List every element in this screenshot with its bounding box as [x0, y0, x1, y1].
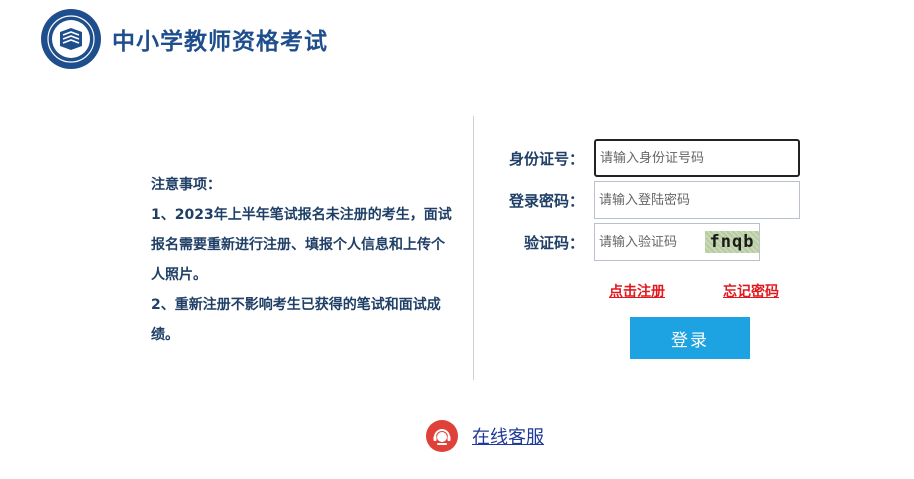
captcha-field: fnqb [594, 223, 760, 261]
support-link[interactable]: 在线客服 [472, 423, 544, 449]
password-input[interactable] [594, 181, 800, 219]
id-number-input[interactable] [594, 139, 800, 177]
captcha-input[interactable] [595, 234, 703, 250]
notice-item-1: 1、2023年上半年笔试报名未注册的考生，面试报名需要重新进行注册、填报个人信息… [151, 207, 452, 283]
online-support[interactable]: 在线客服 [426, 420, 544, 452]
notice-item-2: 2、重新注册不影响考生已获得的笔试和面试成绩。 [151, 297, 441, 343]
site-title: 中小学教师资格考试 [112, 29, 328, 55]
id-label: 身份证号： [508, 149, 584, 168]
password-row: 登录密码： [500, 181, 800, 219]
forgot-password-link[interactable]: 忘记密码 [723, 281, 779, 301]
vertical-divider [473, 116, 474, 380]
notice-heading: 注意事项： [151, 177, 221, 193]
site-header: 中小学教师资格考试 [40, 7, 328, 71]
logo-seal-icon [41, 9, 101, 69]
password-label: 登录密码： [508, 191, 584, 210]
captcha-label: 验证码： [523, 233, 584, 252]
register-link[interactable]: 点击注册 [609, 281, 665, 301]
login-button[interactable]: 登录 [630, 317, 750, 359]
customer-service-icon [426, 420, 458, 452]
id-row: 身份证号： [500, 139, 800, 177]
notice-panel: 注意事项： 1、2023年上半年笔试报名未注册的考生，面试报名需要重新进行注册、… [151, 170, 456, 350]
captcha-image[interactable]: fnqb [705, 231, 759, 253]
account-links: 点击注册 忘记密码 [609, 281, 779, 301]
captcha-row: 验证码： fnqb [500, 223, 760, 261]
